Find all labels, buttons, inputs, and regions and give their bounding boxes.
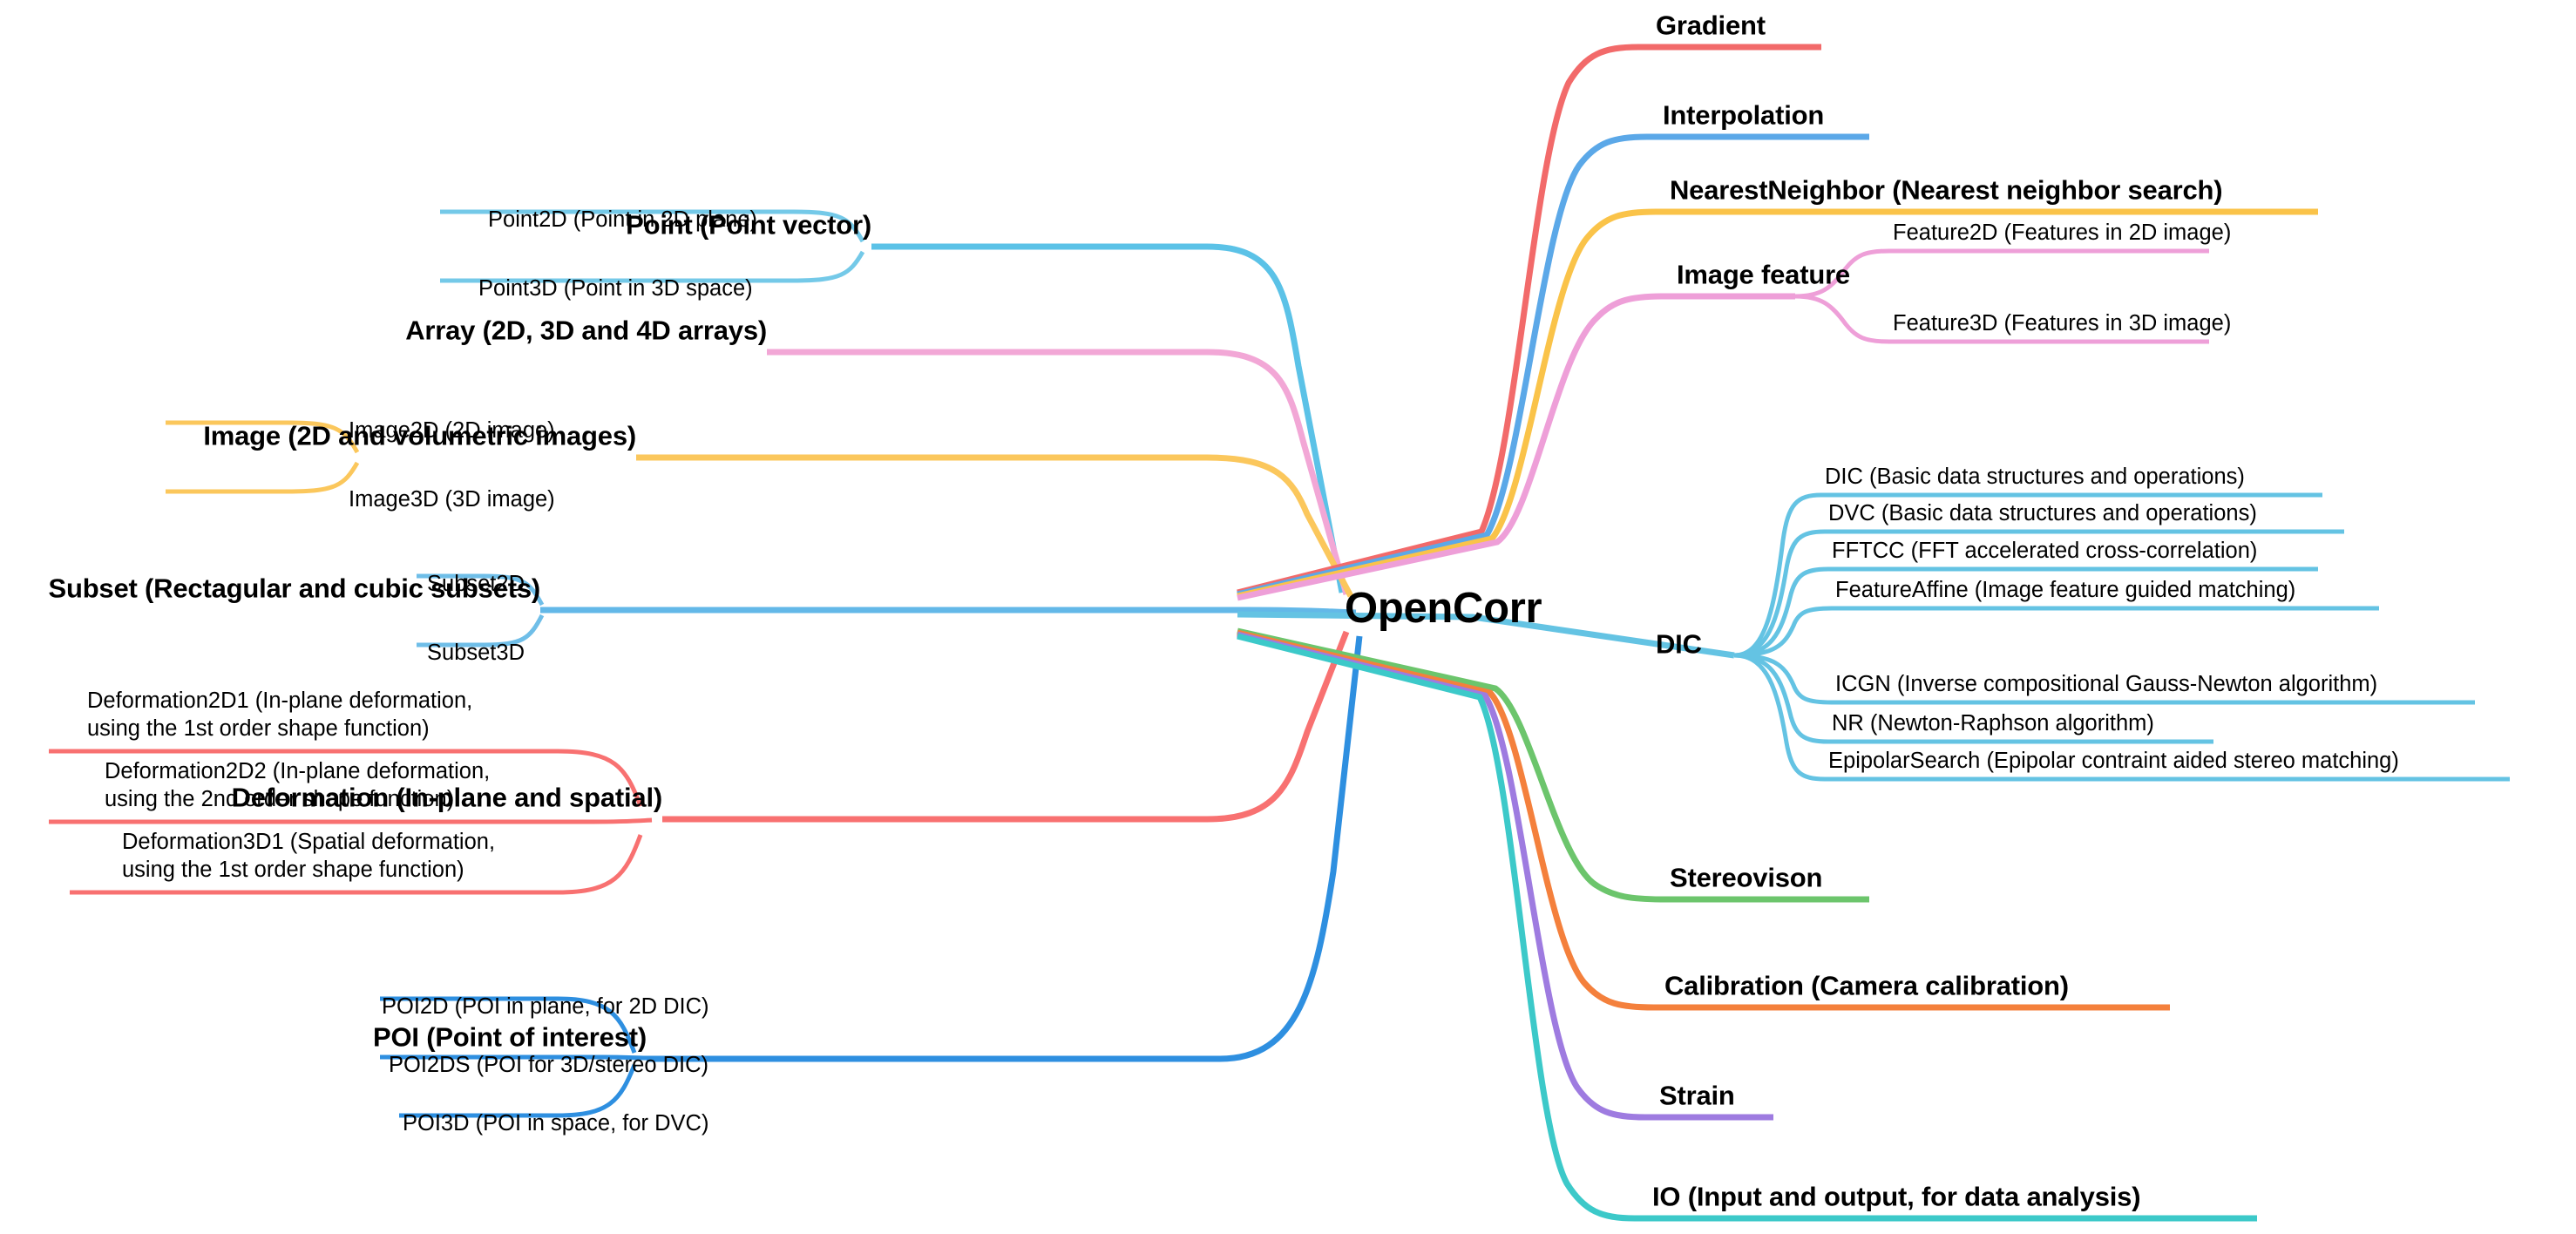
branch-line-poi xyxy=(647,635,1363,1062)
subbranch-label-subset2d[interactable]: Subset2D xyxy=(427,571,525,597)
subbranch-label-dic-dvc[interactable]: DVC (Basic data structures and operation… xyxy=(1828,500,2257,526)
subbranch-label-deformation2d1[interactable]: Deformation2D1 (In-plane deformation, us… xyxy=(87,687,472,742)
subbranch-label-subset3d[interactable]: Subset3D xyxy=(427,640,525,666)
branch-label-calibration[interactable]: Calibration (Camera calibration) xyxy=(1664,970,2069,1002)
subbranch-label-deformation2d1-line1: Deformation2D1 (In-plane deformation, xyxy=(87,688,473,713)
subbranch-label-poi2ds[interactable]: POI2DS (POI for 3D/stereo DIC) xyxy=(389,1052,708,1078)
branch-line-image xyxy=(636,454,1354,598)
subline-feature2d xyxy=(1794,248,2209,299)
center-node-title: OpenCorr xyxy=(1345,585,1542,632)
branch-label-io[interactable]: IO (Input and output, for data analysis) xyxy=(1652,1181,2141,1213)
branch-line-stereovison xyxy=(1237,627,1869,903)
branch-label-stereovison[interactable]: Stereovison xyxy=(1670,862,1822,894)
subbranch-label-dic-icgn[interactable]: ICGN (Inverse compositional Gauss-Newton… xyxy=(1835,671,2377,697)
subbranch-label-dic-nr[interactable]: NR (Newton-Raphson algorithm) xyxy=(1832,710,2154,736)
branch-line-subset xyxy=(540,607,1357,616)
subbranch-label-point2d[interactable]: Point2D (Point in 2D plane) xyxy=(488,207,757,233)
branch-label-gradient[interactable]: Gradient xyxy=(1656,10,1766,42)
subline-deformation2d2 xyxy=(49,817,653,824)
subbranch-label-deformation3d1-line2: using the 1st order shape function) xyxy=(122,858,464,883)
subbranch-label-deformation2d2-line2: using the 2nd order shape function) xyxy=(105,787,455,812)
subbranch-label-image3d[interactable]: Image3D (3D image) xyxy=(349,486,555,512)
subbranch-label-dic-epipolarsearch[interactable]: EpipolarSearch (Epipolar contraint aided… xyxy=(1828,748,2399,774)
subbranch-label-point3d[interactable]: Point3D (Point in 3D space) xyxy=(478,275,753,302)
mindmap-canvas: OpenCorr Point (Point vector) Array (2D,… xyxy=(0,0,2576,1234)
subbranch-label-poi3d[interactable]: POI3D (POI in space, for DVC) xyxy=(403,1110,708,1136)
subbranch-label-deformation3d1[interactable]: Deformation3D1 (Spatial deformation, usi… xyxy=(122,828,495,884)
subbranch-label-dic-featureaffine[interactable]: FeatureAffine (Image feature guided matc… xyxy=(1835,577,2295,603)
branch-line-array xyxy=(767,349,1350,595)
branch-line-deformation xyxy=(662,630,1350,823)
subbranch-label-deformation2d2-line1: Deformation2D2 (In-plane deformation, xyxy=(105,759,491,783)
branch-line-point xyxy=(871,243,1346,593)
subbranch-label-image2d[interactable]: Image2D (2D image) xyxy=(349,417,555,444)
branch-line-imagefeature xyxy=(1237,293,1795,601)
subbranch-label-feature3d[interactable]: Feature3D (Features in 3D image) xyxy=(1893,310,2231,336)
branch-label-poi[interactable]: POI (Point of interest) xyxy=(373,1021,647,1054)
branch-label-interpolation[interactable]: Interpolation xyxy=(1663,99,1824,132)
subbranch-label-feature2d[interactable]: Feature2D (Features in 2D image) xyxy=(1893,220,2231,246)
subbranch-label-dic-dic[interactable]: DIC (Basic data structures and operation… xyxy=(1825,464,2245,490)
subbranch-label-deformation3d1-line1: Deformation3D1 (Spatial deformation, xyxy=(122,830,496,854)
subline-dic-featureaffine xyxy=(1733,606,2379,658)
subbranch-label-deformation2d1-line2: using the 1st order shape function) xyxy=(87,716,430,742)
subline-image3d xyxy=(166,461,360,494)
subbranch-label-deformation2d2[interactable]: Deformation2D2 (In-plane deformation, us… xyxy=(105,757,490,813)
branch-label-imagefeature[interactable]: Image feature xyxy=(1677,259,1850,291)
subbranch-label-dic-fftcc[interactable]: FFTCC (FFT accelerated cross-correlation… xyxy=(1832,538,2257,564)
branch-label-nearestneighbor[interactable]: NearestNeighbor (Nearest neighbor search… xyxy=(1670,174,2223,207)
subbranch-label-poi2d[interactable]: POI2D (POI in plane, for 2D DIC) xyxy=(382,993,709,1020)
branch-label-dic[interactable]: DIC xyxy=(1656,628,1702,661)
branch-label-array[interactable]: Array (2D, 3D and 4D arrays) xyxy=(405,315,767,347)
branch-label-strain[interactable]: Strain xyxy=(1659,1080,1735,1112)
